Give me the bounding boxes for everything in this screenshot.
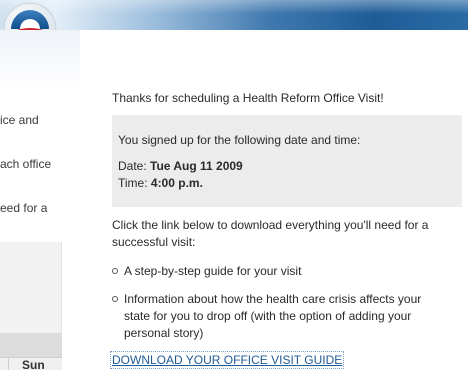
calendar-day-label-sun: Sun bbox=[22, 358, 45, 370]
left-pane-text-fragment: ice and bbox=[0, 113, 39, 127]
date-label: Date: bbox=[118, 159, 151, 173]
left-pane-text-fragment: eed for a bbox=[0, 201, 48, 215]
calendar-column-divider bbox=[8, 357, 9, 370]
appointment-date: Date: Tue Aug 11 2009 bbox=[118, 159, 243, 173]
download-intro: Click the link below to download everyth… bbox=[112, 218, 429, 249]
date-value: Tue Aug 11 2009 bbox=[150, 159, 243, 173]
download-guide-link[interactable]: DOWNLOAD YOUR OFFICE VISIT GUIDE bbox=[109, 351, 345, 369]
calendar-header-bar bbox=[0, 333, 62, 357]
time-value: 4:00 p.m. bbox=[150, 176, 203, 190]
bullet-circle-icon bbox=[112, 296, 118, 302]
appointment-time: Time: 4:00 p.m. bbox=[118, 176, 203, 190]
thanks-message: Thanks for scheduling a Health Reform Of… bbox=[112, 91, 384, 105]
bullet-circle-icon bbox=[112, 268, 118, 274]
time-label: Time: bbox=[118, 176, 151, 190]
left-pane-text-fragment: ach office bbox=[0, 157, 52, 171]
appointment-intro: You signed up for the following date and… bbox=[118, 133, 361, 147]
appointment-details-box: You signed up for the following date and… bbox=[112, 115, 462, 207]
list-item-text: Information about how the health care cr… bbox=[124, 292, 422, 340]
confirmation-content: Thanks for scheduling a Health Reform Of… bbox=[109, 0, 468, 370]
list-item-text: A step-by-step guide for your visit bbox=[124, 264, 302, 278]
